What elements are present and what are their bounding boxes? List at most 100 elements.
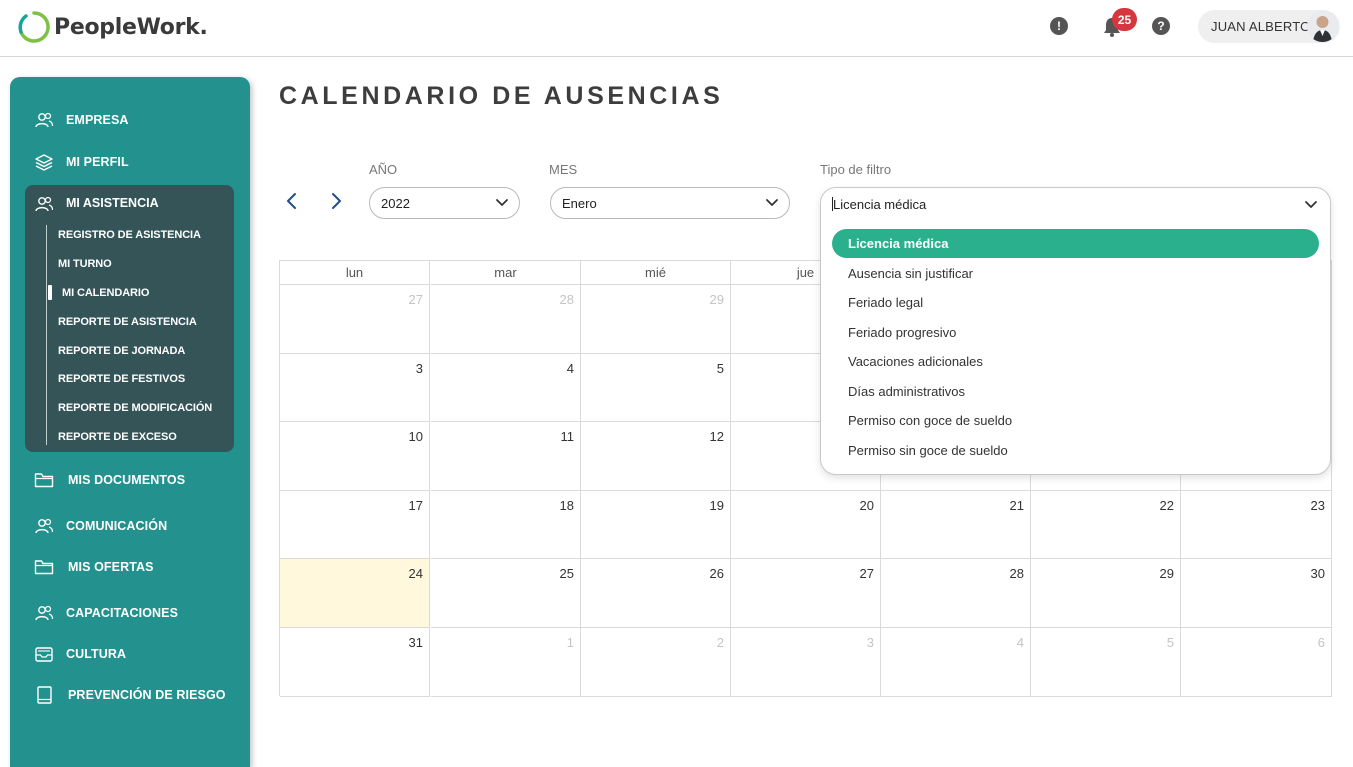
day-number: 19 [709, 498, 724, 513]
sidebar-group-mi-asistencia: MI ASISTENCIA REGISTRO DE ASISTENCIA MI … [25, 185, 234, 452]
sidebar-item-label: COMUNICACIÓN [66, 519, 168, 533]
sidebar-item-mis-ofertas[interactable]: MIS OFERTAS [10, 552, 250, 582]
calendar-day-cell[interactable]: 20 [731, 491, 881, 559]
user-menu[interactable]: JUAN ALBERTO [1198, 10, 1340, 43]
sidebar-item-label: CULTURA [66, 647, 127, 661]
sidebar-item-empresa[interactable]: EMPRESA [10, 105, 250, 135]
calendar-day-cell[interactable]: 2 [581, 628, 731, 697]
day-number: 28 [1009, 566, 1024, 581]
filter-option[interactable]: Permiso con goce de sueldo [832, 406, 1319, 435]
sidebar-subitem-reporte-exceso[interactable]: REPORTE DE EXCESO [58, 431, 177, 443]
weekday-header: lun [280, 261, 430, 285]
users-icon [35, 605, 54, 621]
calendar-day-cell[interactable]: 23 [1181, 491, 1332, 559]
calendar-day-cell[interactable]: 31 [280, 628, 430, 697]
calendar-day-cell[interactable]: 19 [581, 491, 731, 559]
next-month-button[interactable] [325, 190, 347, 212]
filter-option[interactable]: Licencia médica [832, 229, 1319, 258]
sidebar-item-cultura[interactable]: CULTURA [10, 639, 250, 669]
sidebar-item-label: EMPRESA [66, 113, 129, 127]
previous-month-button[interactable] [281, 190, 303, 212]
calendar-day-cell[interactable]: 12 [581, 422, 731, 491]
sidebar-item-capacitaciones[interactable]: CAPACITACIONES [10, 598, 250, 628]
filter-type-value: Licencia médica [833, 197, 927, 212]
calendar-day-cell[interactable]: 24 [280, 559, 430, 628]
calendar-day-cell[interactable]: 29 [581, 285, 731, 354]
calendar-day-cell[interactable]: 27 [731, 559, 881, 628]
calendar-day-cell[interactable]: 18 [431, 491, 581, 559]
active-indicator [48, 285, 52, 300]
day-number: 4 [566, 361, 574, 376]
calendar-day-cell[interactable]: 5 [1031, 628, 1181, 697]
sidebar-item-mi-asistencia[interactable]: MI ASISTENCIA [25, 190, 234, 216]
calendar-day-cell[interactable]: 30 [1181, 559, 1332, 628]
sidebar-item-label: MIS OFERTAS [68, 560, 154, 574]
filter-option[interactable]: Permiso sin goce de sueldo [832, 436, 1319, 465]
sidebar-subitem-reporte-festivos[interactable]: REPORTE DE FESTIVOS [58, 373, 185, 385]
day-number: 20 [859, 498, 874, 513]
sidebar-subitem-registro-asistencia[interactable]: REGISTRO DE ASISTENCIA [58, 229, 201, 241]
sidebar-subitem-reporte-jornada[interactable]: REPORTE DE JORNADA [58, 345, 185, 357]
year-select[interactable]: 2022 [369, 187, 520, 219]
sidebar-item-label: MI PERFIL [66, 155, 129, 169]
filter-type-select[interactable]: Licencia médica Licencia médica Ausencia… [820, 187, 1331, 475]
calendar-day-cell[interactable]: 28 [431, 285, 581, 354]
calendar-day-cell[interactable]: 6 [1181, 628, 1332, 697]
year-label: AÑO [369, 162, 398, 177]
filter-option[interactable]: Vacaciones adicionales [832, 347, 1319, 376]
calendar-day-cell[interactable]: 17 [280, 491, 430, 559]
calendar-day-cell[interactable]: 29 [1031, 559, 1181, 628]
calendar-day-cell[interactable]: 1 [431, 628, 581, 697]
calendar-day-cell[interactable]: 21 [881, 491, 1031, 559]
sidebar-subitem-reporte-asistencia[interactable]: REPORTE DE ASISTENCIA [58, 316, 197, 328]
filter-option[interactable]: Días administrativos [832, 377, 1319, 406]
day-number: 3 [415, 361, 423, 376]
calendar-day-cell[interactable]: 5 [581, 354, 731, 422]
chevron-down-icon[interactable] [1304, 200, 1318, 210]
day-number: 18 [559, 498, 574, 513]
month-label: MES [549, 162, 578, 177]
filter-type-input[interactable]: Licencia médica [832, 197, 926, 212]
calendar-day-cell[interactable]: 22 [1031, 491, 1181, 559]
notification-badge[interactable]: 25 [1112, 8, 1137, 31]
sidebar-item-prevencion-riesgo[interactable]: PREVENCIÓN DE RIESGO [10, 680, 250, 710]
inbox-icon [35, 647, 53, 662]
page-title: CALENDARIO DE AUSENCIAS [279, 82, 724, 110]
day-number: 5 [716, 361, 724, 376]
day-number: 27 [859, 566, 874, 581]
sidebar-item-mis-documentos[interactable]: MIS DOCUMENTOS [10, 465, 250, 495]
sidebar-subitem-mi-calendario[interactable]: MI CALENDARIO [62, 287, 149, 299]
calendar-day-cell[interactable]: 3 [731, 628, 881, 697]
calendar-day-cell[interactable]: 4 [881, 628, 1031, 697]
calendar-day-cell[interactable]: 10 [280, 422, 430, 491]
avatar [1307, 11, 1338, 42]
day-number: 11 [560, 429, 575, 444]
brand-logo[interactable]: PeopleWork. [17, 9, 208, 45]
filter-option[interactable]: Feriado legal [832, 288, 1319, 317]
users-icon [35, 518, 54, 534]
user-photo-icon [1307, 11, 1338, 42]
alert-icon[interactable]: ! [1050, 17, 1068, 35]
help-icon[interactable]: ? [1152, 17, 1170, 35]
sidebar-item-comunicacion[interactable]: COMUNICACIÓN [10, 511, 250, 541]
day-number: 3 [866, 635, 874, 650]
calendar-day-cell[interactable]: 25 [431, 559, 581, 628]
sidebar-item-mi-perfil[interactable]: MI PERFIL [10, 147, 250, 177]
month-select[interactable]: Enero [550, 187, 790, 219]
calendar-day-cell[interactable]: 28 [881, 559, 1031, 628]
filter-option[interactable]: Feriado progresivo [832, 318, 1319, 347]
day-number: 29 [1159, 566, 1174, 581]
calendar-day-cell[interactable]: 26 [581, 559, 731, 628]
sidebar-subitem-mi-turno[interactable]: MI TURNO [58, 258, 112, 270]
filter-type-label: Tipo de filtro [820, 162, 892, 177]
calendar-day-cell[interactable]: 3 [280, 354, 430, 422]
user-name: JUAN ALBERTO [1211, 19, 1311, 34]
calendar-day-cell[interactable]: 27 [280, 285, 430, 354]
sidebar-subitem-reporte-modificacion[interactable]: REPORTE DE MODIFICACIÓN [58, 402, 212, 414]
filter-option[interactable]: Ausencia sin justificar [832, 259, 1319, 288]
chevron-down-icon [496, 199, 508, 206]
weekday-header: mié [581, 261, 731, 285]
calendar-day-cell[interactable]: 11 [431, 422, 581, 491]
calendar-day-cell[interactable]: 4 [431, 354, 581, 422]
year-value: 2022 [381, 196, 410, 211]
